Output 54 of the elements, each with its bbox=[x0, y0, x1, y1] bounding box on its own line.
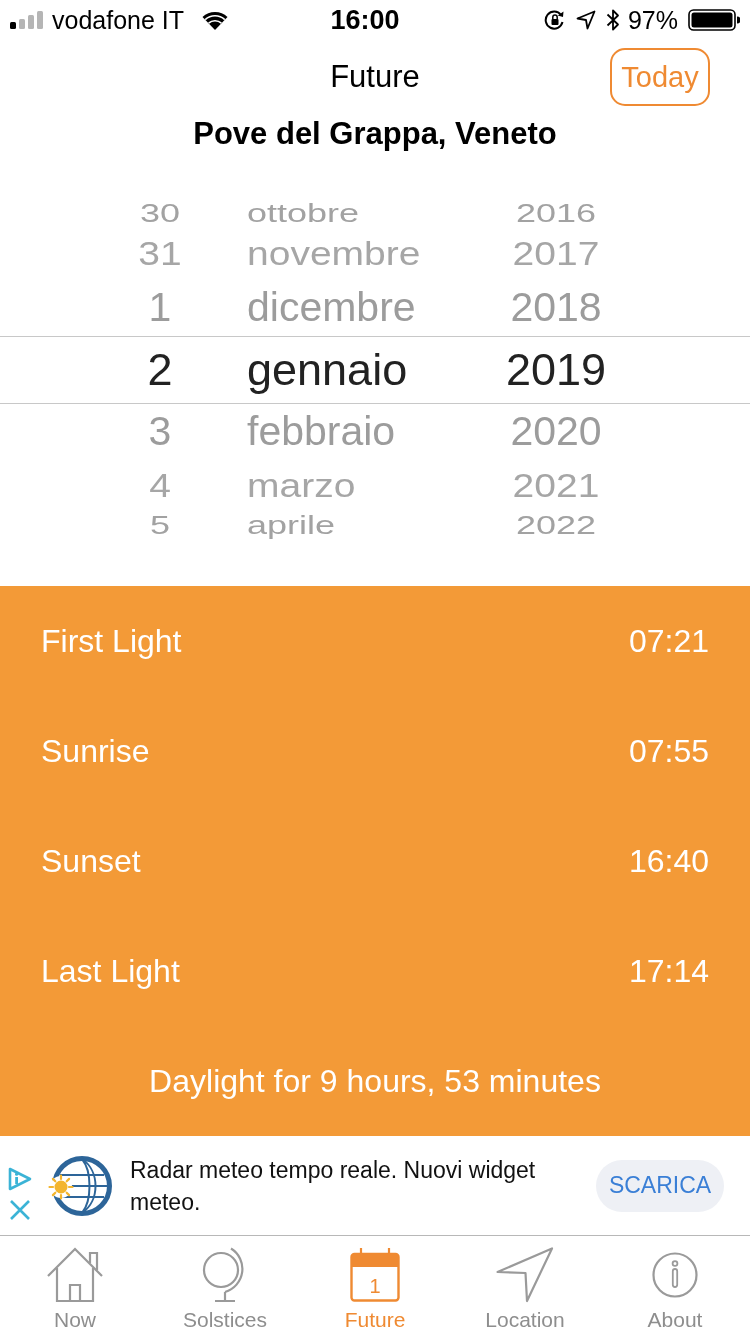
sun-event-label: First Light bbox=[41, 622, 182, 661]
picker-year[interactable]: 2021 bbox=[477, 468, 635, 504]
signal-icon bbox=[10, 11, 44, 29]
location-arrow-icon bbox=[575, 10, 596, 30]
tab-item[interactable]: Now bbox=[0, 1236, 150, 1334]
battery-percent: 97% bbox=[627, 5, 678, 35]
carrier-name: vodafone IT bbox=[52, 5, 185, 35]
battery-icon bbox=[688, 9, 740, 31]
rotation-lock-icon bbox=[543, 9, 566, 31]
sun-event-label: Last Light bbox=[41, 952, 180, 991]
picker-month[interactable]: gennaio bbox=[247, 346, 477, 394]
wifi-icon bbox=[202, 10, 229, 30]
picker-month[interactable]: dicembre bbox=[247, 286, 477, 330]
tab-item[interactable]: Location bbox=[450, 1236, 600, 1334]
tab-item[interactable]: About bbox=[600, 1236, 750, 1334]
daylight-summary: Daylight for 9 hours, 53 minutes bbox=[149, 1062, 601, 1101]
picker-month[interactable]: febbraio bbox=[247, 410, 477, 454]
ad-info-icon[interactable] bbox=[8, 1166, 32, 1191]
sun-event-time: 17:14 bbox=[628, 952, 709, 991]
picker-month[interactable]: ottobre bbox=[247, 200, 477, 228]
screen-title: Future bbox=[330, 58, 420, 96]
info-icon bbox=[652, 1252, 698, 1298]
picker-day[interactable]: 1 bbox=[110, 286, 210, 330]
picker-day[interactable]: 3 bbox=[110, 410, 210, 454]
picker-day[interactable]: 2 bbox=[110, 346, 210, 394]
tab-item[interactable]: 1 Future bbox=[300, 1236, 450, 1334]
tab-item[interactable]: Solstices bbox=[150, 1236, 300, 1334]
picker-month[interactable]: novembre bbox=[247, 236, 477, 272]
picker-day[interactable]: 31 bbox=[110, 236, 210, 272]
picker-year[interactable]: 2016 bbox=[477, 200, 635, 228]
sun-event-time: 07:21 bbox=[628, 622, 709, 661]
picker-month[interactable]: marzo bbox=[247, 468, 477, 504]
picker-day[interactable]: 5 bbox=[110, 512, 210, 540]
picker-year[interactable]: 2019 bbox=[477, 346, 635, 394]
sun-event-label: Sunset bbox=[41, 842, 141, 881]
picker-day[interactable]: 30 bbox=[110, 200, 210, 228]
picker-year[interactable]: 2020 bbox=[477, 410, 635, 454]
location-title: Pove del Grappa, Veneto bbox=[192, 115, 558, 153]
house-icon bbox=[47, 1247, 103, 1303]
sun-event-label: Sunrise bbox=[41, 732, 150, 771]
picker-year[interactable]: 2017 bbox=[477, 236, 635, 272]
bluetooth-icon bbox=[605, 8, 620, 32]
status-time: 16:00 bbox=[330, 5, 400, 35]
picker-year[interactable]: 2022 bbox=[477, 512, 635, 540]
picker-month[interactable]: aprile bbox=[247, 512, 477, 540]
today-button[interactable]: Today bbox=[610, 48, 710, 106]
sun-event-time: 07:55 bbox=[628, 732, 709, 771]
navigation-arrow-icon bbox=[496, 1247, 554, 1303]
picker-year[interactable]: 2018 bbox=[477, 286, 635, 330]
download-button[interactable]: SCARICA bbox=[596, 1159, 724, 1212]
picker-day[interactable]: 4 bbox=[110, 468, 210, 504]
ad-text: Radar meteo tempo reale. Nuovi widget meteo. bbox=[130, 1155, 537, 1217]
close-icon[interactable] bbox=[9, 1198, 31, 1221]
sun-event-time: 16:40 bbox=[628, 842, 709, 881]
